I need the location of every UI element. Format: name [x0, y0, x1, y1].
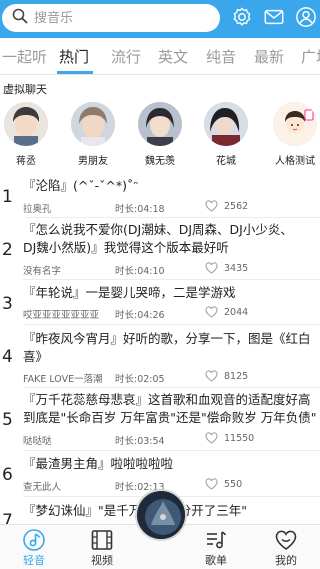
- chat-character[interactable]: 魏无羡: [128, 98, 192, 167]
- like-count[interactable]: 3435: [205, 262, 248, 274]
- search-box[interactable]: [2, 4, 220, 32]
- nav-label: 轻音: [23, 554, 45, 567]
- divider: [23, 324, 320, 325]
- music-note-icon: [23, 529, 45, 551]
- rank-number: 2: [2, 240, 13, 260]
- search-input[interactable]: [34, 10, 214, 26]
- search-icon: [12, 8, 28, 28]
- song-title: 『年轮说』一是婴儿哭啼，二是学游戏: [23, 285, 236, 300]
- mail-icon[interactable]: [263, 6, 285, 28]
- divider: [0, 74, 320, 75]
- settings-icon[interactable]: [231, 6, 253, 28]
- uploader: 查无此人: [23, 482, 62, 493]
- heart-icon: [205, 432, 218, 444]
- tab-square[interactable]: 广场: [301, 46, 320, 67]
- rank-number: 1: [2, 187, 13, 207]
- duration: 时长:02:05: [115, 374, 165, 385]
- rank-number: 5: [2, 410, 13, 430]
- playlist-icon: [207, 531, 226, 549]
- character-name: 男朋友: [78, 156, 108, 167]
- heart-icon: [205, 370, 218, 382]
- character-name: 花城: [216, 156, 236, 167]
- heart-icon: [205, 200, 218, 212]
- heart-icon: [205, 306, 218, 318]
- tab-together[interactable]: 一起听: [2, 46, 47, 67]
- uploader: 哒哒哒: [23, 436, 52, 447]
- nav-label: 我的: [275, 554, 297, 567]
- divider: [23, 387, 320, 388]
- song-title: 『昨夜风今宵月』好听的歌，分享一下，图是《红白 喜》: [23, 331, 311, 364]
- chat-character[interactable]: 蒋丞: [0, 98, 58, 167]
- song-title: 『最渣男主角』啦啦啦啦啦: [23, 456, 174, 471]
- virtual-chat-list: 蒋丞 男朋友 魏无羡 花城 人格测试: [0, 98, 320, 170]
- app-root: 一起听 热门 流行 英文 纯音 最新 广场 虚拟聊天 蒋丞 男朋友 魏无羡: [0, 0, 320, 569]
- category-tabs: 一起听 热门 流行 英文 纯音 最新 广场: [0, 38, 320, 74]
- like-count[interactable]: 11550: [205, 432, 254, 444]
- uploader: 哎亚亚亚亚亚亚亚: [23, 310, 100, 321]
- like-count[interactable]: 2044: [205, 306, 248, 318]
- avatar: [71, 102, 115, 146]
- tab-english[interactable]: 英文: [158, 46, 188, 67]
- like-count[interactable]: 8125: [205, 370, 248, 382]
- duration: 时长:04:26: [115, 310, 165, 321]
- user-icon[interactable]: [295, 6, 317, 28]
- nav-label: 视频: [91, 554, 113, 567]
- tab-pop[interactable]: 流行: [111, 46, 141, 67]
- character-name: 人格测试: [275, 156, 315, 167]
- song-title: 『怎么说我不爱你(DJ潮妹、DJ周森、DJ小少炎、 DJ魏小然版)』我觉得这个版本…: [23, 222, 293, 255]
- chat-character[interactable]: 男朋友: [61, 98, 125, 167]
- song-title: 『万千花蕊慈母悲哀』这首歌和血观音的适配度好高 到底是"长命百岁 万年富贵"还是"…: [23, 392, 317, 425]
- uploader: FAKE LOVE一落潮: [23, 374, 103, 385]
- tab-latest[interactable]: 最新: [254, 46, 284, 67]
- heart-icon: [205, 478, 218, 490]
- section-title-virtual-chat: 虚拟聊天: [3, 83, 47, 96]
- duration: 时长:04:18: [115, 204, 165, 215]
- top-bar: [0, 0, 320, 38]
- chat-character[interactable]: 花城: [194, 98, 258, 167]
- nav-video[interactable]: 视频: [77, 529, 127, 568]
- rank-number: 6: [2, 465, 13, 485]
- character-name: 魏无羡: [145, 156, 175, 167]
- avatar: [138, 102, 182, 146]
- duration: 时长:04:10: [115, 266, 165, 277]
- like-count[interactable]: 550: [205, 478, 242, 490]
- tab-instrumental[interactable]: 纯音: [206, 46, 236, 67]
- heart-icon: [205, 262, 218, 274]
- nav-mine[interactable]: 我的: [261, 529, 311, 568]
- nav-light-music[interactable]: 轻音: [9, 529, 59, 568]
- like-count[interactable]: 2562: [205, 200, 248, 212]
- character-name: 蒋丞: [16, 156, 36, 167]
- avatar: [273, 102, 317, 146]
- avatar: [4, 102, 48, 146]
- duration: 时长:03:54: [115, 436, 165, 447]
- now-playing-disc[interactable]: [135, 489, 187, 541]
- nav-label: 歌单: [205, 554, 227, 567]
- divider: [23, 217, 320, 218]
- avatar: [204, 102, 248, 146]
- nav-playlist[interactable]: 歌单: [191, 529, 241, 568]
- rank-number: 4: [2, 347, 13, 367]
- chat-character[interactable]: 人格测试: [263, 98, 320, 167]
- uploader: 拉奥孔: [23, 204, 52, 215]
- heart-icon: [275, 530, 297, 550]
- film-icon: [91, 530, 113, 550]
- song-title: 『沦陷』(^ˇ-ˇ^*)˚ᵔ: [23, 178, 139, 193]
- tab-hot[interactable]: 热门: [59, 46, 89, 67]
- divider: [23, 450, 320, 451]
- uploader: 没有名字: [23, 266, 62, 277]
- rank-number: 3: [2, 294, 13, 314]
- divider: [23, 279, 320, 280]
